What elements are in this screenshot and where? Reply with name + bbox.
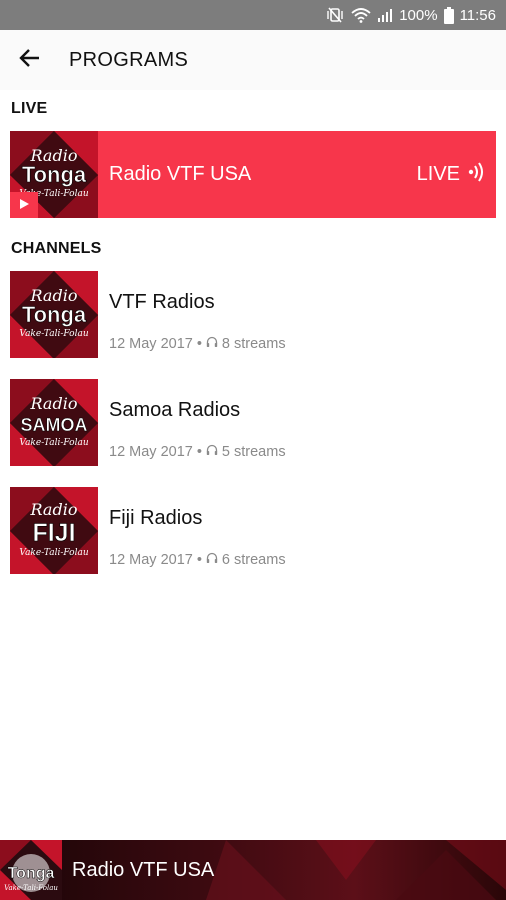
thumb-line2: Tonga bbox=[8, 865, 55, 882]
battery-icon bbox=[443, 6, 454, 24]
thumb-line3: Vake-Tali-Folau bbox=[19, 548, 88, 558]
player-thumbnail: Tonga Vake-Tali-Folau bbox=[0, 840, 62, 900]
thumb-line3: Vake-Tali-Folau bbox=[19, 438, 88, 448]
channel-date: 12 May 2017 bbox=[109, 552, 193, 568]
mini-player[interactable]: Tonga Vake-Tali-Folau Radio VTF USA bbox=[0, 840, 506, 900]
channel-date: 12 May 2017 bbox=[109, 444, 193, 460]
channel-thumbnail: Radio FIJI Vake-Tali-Folau bbox=[10, 487, 98, 574]
mute-vibrate-icon bbox=[327, 7, 345, 23]
thumb-line3: Vake-Tali-Folau bbox=[4, 884, 58, 892]
live-item-thumbnail: Radio Tonga Vake-Tali-Folau bbox=[10, 131, 98, 218]
arrow-left-icon bbox=[19, 48, 41, 73]
broadcast-icon bbox=[464, 161, 486, 189]
back-button[interactable] bbox=[0, 30, 60, 90]
thumb-line2: SAMOA bbox=[21, 415, 88, 435]
battery-percent: 100% bbox=[399, 6, 438, 24]
headphones-icon bbox=[206, 552, 218, 568]
channel-item[interactable]: Radio SAMOA Vake-Tali-Folau Samoa Radios… bbox=[10, 379, 496, 467]
channel-meta: 12 May 2017 • 5 streams bbox=[109, 444, 286, 460]
channel-thumbnail: Radio Tonga Vake-Tali-Folau bbox=[10, 271, 98, 358]
thumb-line1: Radio bbox=[30, 394, 78, 413]
live-section-label: LIVE bbox=[11, 100, 48, 117]
live-badge-text: LIVE bbox=[416, 163, 460, 185]
play-icon bbox=[19, 196, 29, 214]
channel-streams: 8 streams bbox=[221, 336, 286, 352]
channel-meta: 12 May 2017 • 6 streams bbox=[109, 552, 286, 568]
live-badge: LIVE bbox=[417, 161, 486, 189]
headphones-icon bbox=[206, 336, 218, 352]
channels-section-label: CHANNELS bbox=[11, 240, 102, 257]
channel-item[interactable]: Radio FIJI Vake-Tali-Folau Fiji Radios 1… bbox=[10, 487, 496, 575]
headphones-icon bbox=[206, 444, 218, 460]
signal-icon bbox=[377, 7, 393, 23]
channel-meta: 12 May 2017 • 8 streams bbox=[109, 336, 286, 352]
channel-thumbnail: Radio SAMOA Vake-Tali-Folau bbox=[10, 379, 98, 466]
thumb-line2: FIJI bbox=[32, 519, 75, 547]
channel-title: Samoa Radios bbox=[109, 399, 241, 421]
player-background-pattern bbox=[206, 840, 506, 900]
status-bar: 100% 11:56 bbox=[0, 0, 506, 30]
channel-streams: 5 streams bbox=[221, 444, 286, 460]
wifi-icon bbox=[351, 7, 371, 23]
channel-date: 12 May 2017 bbox=[109, 336, 193, 352]
player-title: Radio VTF USA bbox=[72, 858, 215, 881]
play-badge bbox=[10, 192, 38, 218]
live-item[interactable]: Radio Tonga Vake-Tali-Folau Radio VTF US… bbox=[10, 131, 496, 218]
thumb-line2: Tonga bbox=[22, 302, 87, 327]
live-item-title: Radio VTF USA bbox=[109, 163, 252, 185]
status-time: 11:56 bbox=[459, 6, 496, 24]
thumb-line3: Vake-Tali-Folau bbox=[19, 329, 88, 339]
thumb-line1: Radio bbox=[30, 500, 78, 519]
channel-title: VTF Radios bbox=[109, 291, 215, 313]
page-title: PROGRAMS bbox=[69, 48, 189, 71]
channel-streams: 6 streams bbox=[221, 552, 286, 568]
thumb-line2: Tonga bbox=[22, 162, 87, 187]
app-bar: PROGRAMS bbox=[0, 30, 506, 90]
channel-item[interactable]: Radio Tonga Vake-Tali-Folau VTF Radios 1… bbox=[10, 271, 496, 359]
channel-title: Fiji Radios bbox=[109, 507, 203, 529]
